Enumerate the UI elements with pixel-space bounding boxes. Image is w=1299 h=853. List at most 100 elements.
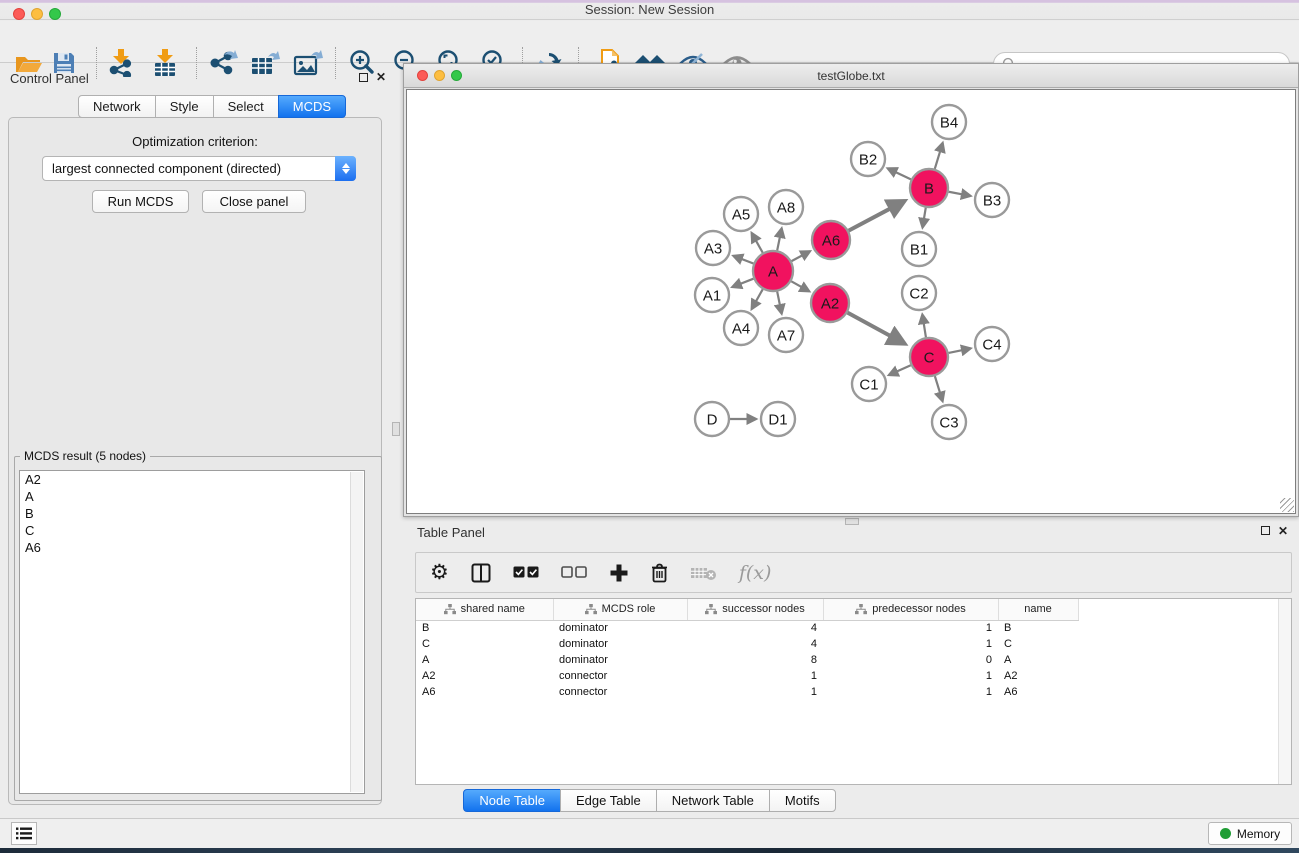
node-A8[interactable]: A8: [769, 190, 803, 224]
table-cell[interactable]: 4: [687, 636, 823, 652]
node-A4[interactable]: A4: [724, 311, 758, 345]
table-cell[interactable]: dominator: [553, 652, 687, 668]
column-header-name[interactable]: name: [998, 599, 1078, 620]
edge-A-A3[interactable]: [733, 256, 753, 264]
node-B[interactable]: B: [910, 169, 948, 207]
edge-A-A4[interactable]: [752, 289, 763, 309]
node-table[interactable]: shared nameMCDS rolesuccessor nodesprede…: [415, 598, 1292, 785]
edge-A-A8[interactable]: [777, 228, 781, 250]
node-A7[interactable]: A7: [769, 318, 803, 352]
node-B4[interactable]: B4: [932, 105, 966, 139]
column-header-MCDS-role[interactable]: MCDS role: [553, 599, 687, 620]
node-D[interactable]: D: [695, 402, 729, 436]
node-A[interactable]: A: [753, 251, 793, 291]
table-cell[interactable]: C: [416, 636, 553, 652]
control-tab-style[interactable]: Style: [155, 95, 214, 118]
edge-C-C4[interactable]: [949, 348, 971, 353]
edge-A6-B[interactable]: [849, 201, 905, 231]
tab-node-table[interactable]: Node Table: [463, 789, 561, 812]
table-cell[interactable]: 1: [823, 620, 998, 636]
window-resize-grip[interactable]: [1280, 498, 1294, 512]
network-canvas[interactable]: B4B2BB3A5A8A6A3B1AA1C2A2A4A7CC4C1C3DD1: [406, 89, 1296, 514]
control-tab-select[interactable]: Select: [213, 95, 279, 118]
select-all-button[interactable]: [513, 560, 539, 586]
node-C3[interactable]: C3: [932, 405, 966, 439]
zoom-window-button[interactable]: [49, 8, 61, 20]
table-row[interactable]: A6connector11A6: [416, 684, 1291, 700]
mcds-list-scrollbar[interactable]: [350, 472, 363, 792]
edge-A-A2[interactable]: [791, 281, 809, 291]
node-A6[interactable]: A6: [812, 221, 850, 259]
table-panel-float-button[interactable]: [1261, 524, 1270, 538]
table-cell[interactable]: A: [998, 652, 1078, 668]
edge-B-B3[interactable]: [949, 192, 971, 196]
table-settings-button[interactable]: ⚙: [430, 560, 449, 586]
node-A2[interactable]: A2: [811, 284, 849, 322]
table-cell[interactable]: dominator: [553, 620, 687, 636]
node-A1[interactable]: A1: [695, 278, 729, 312]
table-cell[interactable]: 8: [687, 652, 823, 668]
export-image-button[interactable]: [293, 49, 323, 77]
column-header-predecessor-nodes[interactable]: predecessor nodes: [823, 599, 998, 620]
column-header-successor-nodes[interactable]: successor nodes: [687, 599, 823, 620]
table-cell[interactable]: 1: [823, 636, 998, 652]
table-scrollbar[interactable]: [1278, 599, 1291, 784]
close-panel-button[interactable]: Close panel: [202, 190, 306, 213]
mcds-result-list[interactable]: A2ABCA6: [19, 470, 365, 794]
table-row[interactable]: A2connector11A2: [416, 668, 1291, 684]
node-C1[interactable]: C1: [852, 367, 886, 401]
criterion-dropdown[interactable]: largest connected component (directed): [42, 156, 356, 181]
control-panel-close-button[interactable]: ✕: [376, 70, 386, 84]
table-cell[interactable]: A6: [998, 684, 1078, 700]
edge-B-B1[interactable]: [923, 208, 926, 228]
mcds-result-item[interactable]: B: [20, 505, 364, 522]
table-panel-close-button[interactable]: ✕: [1278, 524, 1288, 538]
column-header-shared-name[interactable]: shared name: [416, 599, 553, 620]
node-B2[interactable]: B2: [851, 142, 885, 176]
table-cell[interactable]: 1: [823, 668, 998, 684]
network-window-titlebar[interactable]: testGlobe.txt: [404, 64, 1298, 88]
mcds-result-item[interactable]: C: [20, 522, 364, 539]
edge-A-A1[interactable]: [732, 279, 753, 287]
table-header-row[interactable]: shared nameMCDS rolesuccessor nodesprede…: [416, 599, 1291, 620]
table-cell[interactable]: 0: [823, 652, 998, 668]
delete-table-button[interactable]: [690, 560, 717, 586]
edge-A-A6[interactable]: [792, 251, 810, 261]
table-cell[interactable]: C: [998, 636, 1078, 652]
control-panel-float-button[interactable]: [359, 71, 368, 85]
add-column-button[interactable]: [609, 560, 629, 586]
table-cell[interactable]: A: [416, 652, 553, 668]
table-row[interactable]: Adominator80A: [416, 652, 1291, 668]
table-row[interactable]: Bdominator41B: [416, 620, 1291, 636]
table-row[interactable]: Cdominator41C: [416, 636, 1291, 652]
table-cell[interactable]: connector: [553, 684, 687, 700]
table-cell[interactable]: A6: [416, 684, 553, 700]
control-tab-mcds[interactable]: MCDS: [278, 95, 346, 118]
table-cell[interactable]: A2: [416, 668, 553, 684]
network-graph[interactable]: B4B2BB3A5A8A6A3B1AA1C2A2A4A7CC4C1C3DD1: [407, 90, 1295, 513]
node-B1[interactable]: B1: [902, 232, 936, 266]
vertical-splitter-handle[interactable]: [392, 422, 400, 436]
table-cell[interactable]: dominator: [553, 636, 687, 652]
import-table-button[interactable]: [152, 49, 178, 77]
table-cell[interactable]: A2: [998, 668, 1078, 684]
edge-A-A7[interactable]: [777, 292, 781, 314]
table-cell[interactable]: B: [416, 620, 553, 636]
edge-C-C3[interactable]: [935, 376, 943, 401]
table-cell[interactable]: B: [998, 620, 1078, 636]
delete-column-button[interactable]: [651, 560, 668, 586]
edge-B-B4[interactable]: [935, 143, 943, 169]
network-close-button[interactable]: [417, 70, 428, 81]
horizontal-splitter-handle[interactable]: [845, 518, 859, 525]
table-cell[interactable]: connector: [553, 668, 687, 684]
task-history-button[interactable]: [11, 822, 37, 845]
node-C2[interactable]: C2: [902, 276, 936, 310]
tab-network-table[interactable]: Network Table: [656, 789, 770, 812]
deselect-all-button[interactable]: [561, 560, 587, 586]
network-zoom-button[interactable]: [451, 70, 462, 81]
import-network-button[interactable]: [108, 49, 134, 77]
run-mcds-button[interactable]: Run MCDS: [92, 190, 189, 213]
function-builder-button[interactable]: f(x): [739, 562, 772, 584]
table-cell[interactable]: 1: [687, 668, 823, 684]
mcds-result-item[interactable]: A2: [20, 471, 364, 488]
